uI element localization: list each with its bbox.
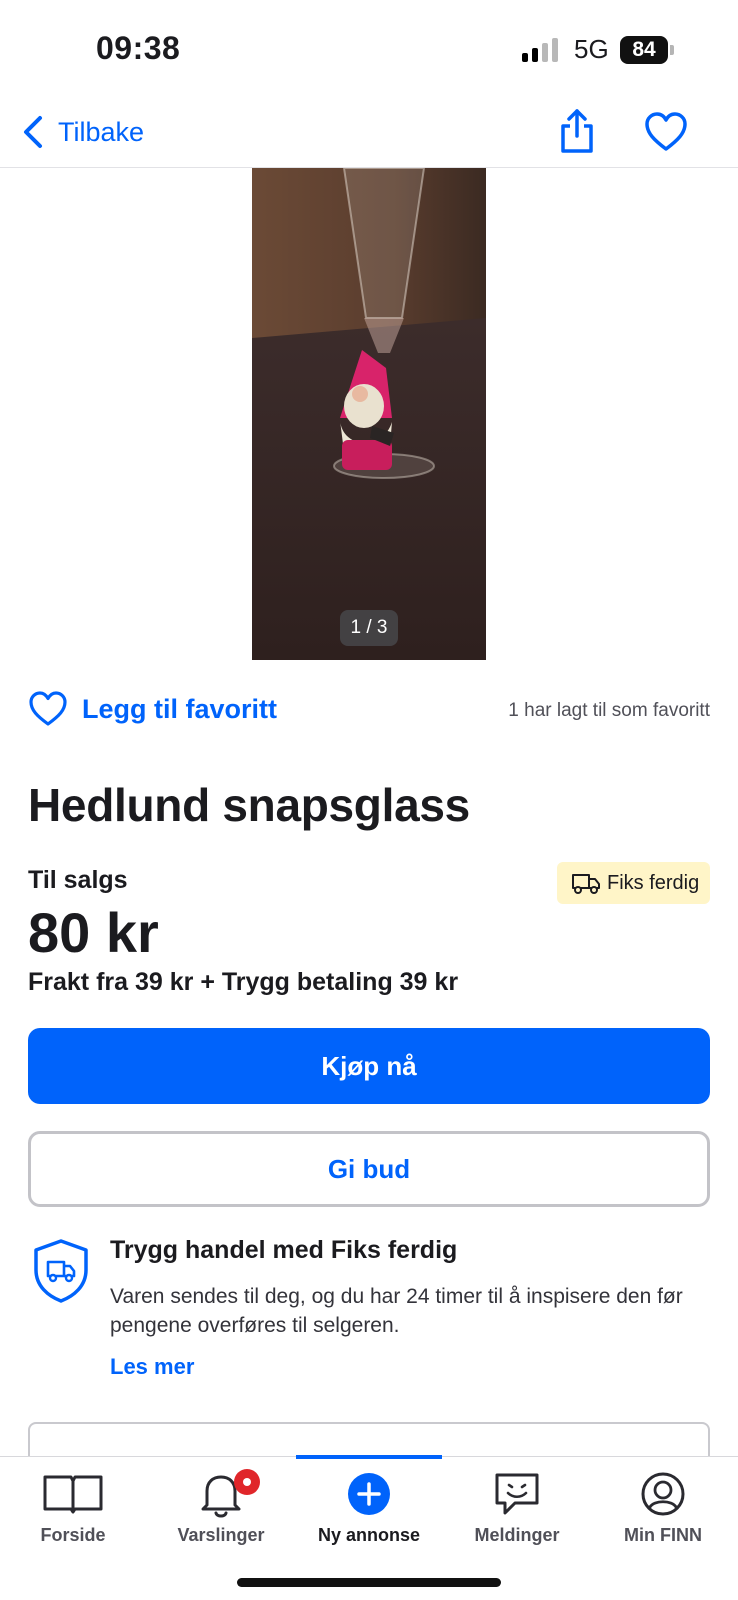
heart-icon	[29, 691, 67, 726]
make-bid-button[interactable]: Gi bud	[28, 1131, 710, 1207]
tab-varslinger[interactable]: Varslinger	[148, 1469, 294, 1559]
badge-label: Fiks ferdig	[607, 871, 700, 894]
shipping-info: Frakt fra 39 kr + Trygg betaling 39 kr	[28, 968, 459, 996]
safe-trade-title: Trygg handel med Fiks ferdig	[110, 1236, 458, 1264]
favorite-row: Legg til favoritt 1 har lagt til som fav…	[28, 690, 710, 734]
chat-icon	[495, 1473, 539, 1515]
status-bar: 09:38 5G 84	[0, 0, 738, 100]
listing-photo[interactable]	[252, 168, 486, 660]
profile-icon	[641, 1472, 685, 1516]
listing-status: Til salgs	[28, 866, 128, 894]
tab-label: Meldinger	[474, 1525, 560, 1545]
book-icon	[43, 1475, 103, 1514]
network-label: 5G	[574, 34, 609, 64]
home-indicator	[237, 1578, 501, 1587]
top-nav: Tilbake	[0, 100, 738, 168]
battery-icon: 84	[620, 36, 668, 64]
listing-title: Hedlund snapsglass	[28, 779, 470, 831]
favorite-count: 1 har lagt til som favoritt	[508, 700, 710, 721]
listing-page: 09:38 5G 84 Tilbake 1 / 3 Legg til favor…	[0, 0, 738, 1600]
photo-illustration	[252, 168, 486, 660]
tab-label: Ny annonse	[317, 1525, 421, 1545]
safe-trade-info: Trygg handel med Fiks ferdig Varen sende…	[28, 1234, 710, 1384]
back-label: Tilbake	[58, 116, 145, 147]
tab-label: Min FINN	[624, 1525, 702, 1545]
safe-trade-text: Varen sendes til deg, og du har 24 timer…	[110, 1285, 683, 1337]
buy-now-button[interactable]: Kjøp nå	[28, 1028, 710, 1104]
tab-meldinger[interactable]: Meldinger	[444, 1469, 590, 1559]
notification-badge	[234, 1469, 260, 1495]
plus-circle-icon	[348, 1473, 390, 1515]
heart-icon[interactable]	[644, 110, 688, 154]
read-more-link[interactable]: Les mer	[110, 1354, 194, 1380]
photo-counter: 1 / 3	[340, 610, 398, 646]
fiks-ferdig-badge: Fiks ferdig	[557, 862, 710, 904]
tab-label: Forside	[40, 1525, 106, 1545]
tab-forside[interactable]: Forside	[0, 1469, 146, 1559]
listing-price: 80 kr	[28, 901, 159, 964]
battery-level: 84	[632, 38, 656, 61]
active-tab-indicator	[296, 1455, 442, 1459]
delivery-truck-icon	[572, 874, 600, 894]
back-button[interactable]: Tilbake	[20, 110, 144, 154]
signal-icon	[522, 38, 562, 62]
battery-tip	[670, 45, 674, 55]
add-favorite-button[interactable]: Legg til favoritt	[28, 690, 277, 728]
add-favorite-label: Legg til favoritt	[82, 693, 277, 724]
chevron-left-icon	[24, 116, 42, 148]
tab-label: Varslinger	[177, 1525, 265, 1545]
tab-ny-annonse[interactable]: Ny annonse	[296, 1469, 442, 1559]
status-time: 09:38	[96, 30, 181, 66]
shield-delivery-icon	[34, 1239, 88, 1303]
tab-min-finn[interactable]: Min FINN	[590, 1469, 736, 1559]
share-icon[interactable]	[558, 108, 596, 154]
